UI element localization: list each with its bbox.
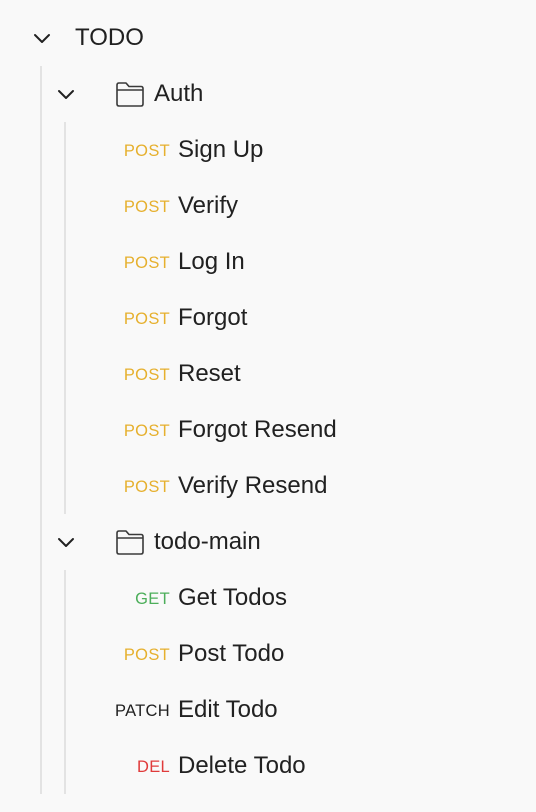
folder-label: todo-main (154, 528, 261, 555)
method-badge: PATCH (115, 702, 170, 720)
request-label: Log In (178, 248, 245, 275)
method-badge: POST (123, 478, 170, 496)
method-badge: POST (123, 142, 170, 160)
request-label: Sign Up (178, 136, 264, 163)
request-item[interactable]: POST Forgot (0, 290, 536, 346)
method-badge: POST (123, 422, 170, 440)
request-label: Verify Resend (178, 472, 328, 499)
request-item[interactable]: GET Get Todos (0, 570, 536, 626)
request-item[interactable]: PATCH Edit Todo (0, 682, 536, 738)
request-label: Forgot Resend (178, 416, 337, 443)
request-label: Delete Todo (178, 752, 306, 779)
request-label: Get Todos (178, 584, 287, 611)
method-badge: POST (123, 310, 170, 328)
folder-icon (116, 530, 144, 555)
folder-row-todo-main[interactable]: todo-main (0, 514, 536, 570)
chevron-down-icon[interactable] (32, 28, 52, 48)
method-badge: POST (123, 254, 170, 272)
request-item[interactable]: POST Verify (0, 178, 536, 234)
request-label: Verify (178, 192, 239, 219)
request-label: Edit Todo (178, 696, 278, 723)
chevron-down-icon[interactable] (56, 84, 76, 104)
request-item[interactable]: POST Verify Resend (0, 458, 536, 514)
method-badge: POST (123, 198, 170, 216)
method-badge: DEL (137, 758, 170, 776)
folder-icon (116, 82, 144, 107)
request-item[interactable]: POST Forgot Resend (0, 402, 536, 458)
request-item[interactable]: POST Post Todo (0, 626, 536, 682)
request-item[interactable]: POST Reset (0, 346, 536, 402)
collection-tree: TODO Auth POST Sign Up POST Verify POST Log I… (0, 0, 536, 812)
collection-title: TODO (75, 24, 144, 51)
folder-label: Auth (154, 80, 204, 107)
method-badge: POST (123, 366, 170, 384)
collection-row[interactable]: TODO (0, 10, 536, 66)
request-label: Forgot (178, 304, 248, 331)
chevron-down-icon[interactable] (56, 532, 76, 552)
request-label: Post Todo (178, 640, 285, 667)
folder-row-auth[interactable]: Auth (0, 66, 536, 122)
request-label: Reset (178, 360, 241, 387)
method-badge: GET (135, 590, 170, 608)
request-item[interactable]: POST Sign Up (0, 122, 536, 178)
request-item[interactable]: POST Log In (0, 234, 536, 290)
method-badge: POST (123, 646, 170, 664)
request-item[interactable]: DEL Delete Todo (0, 738, 536, 794)
